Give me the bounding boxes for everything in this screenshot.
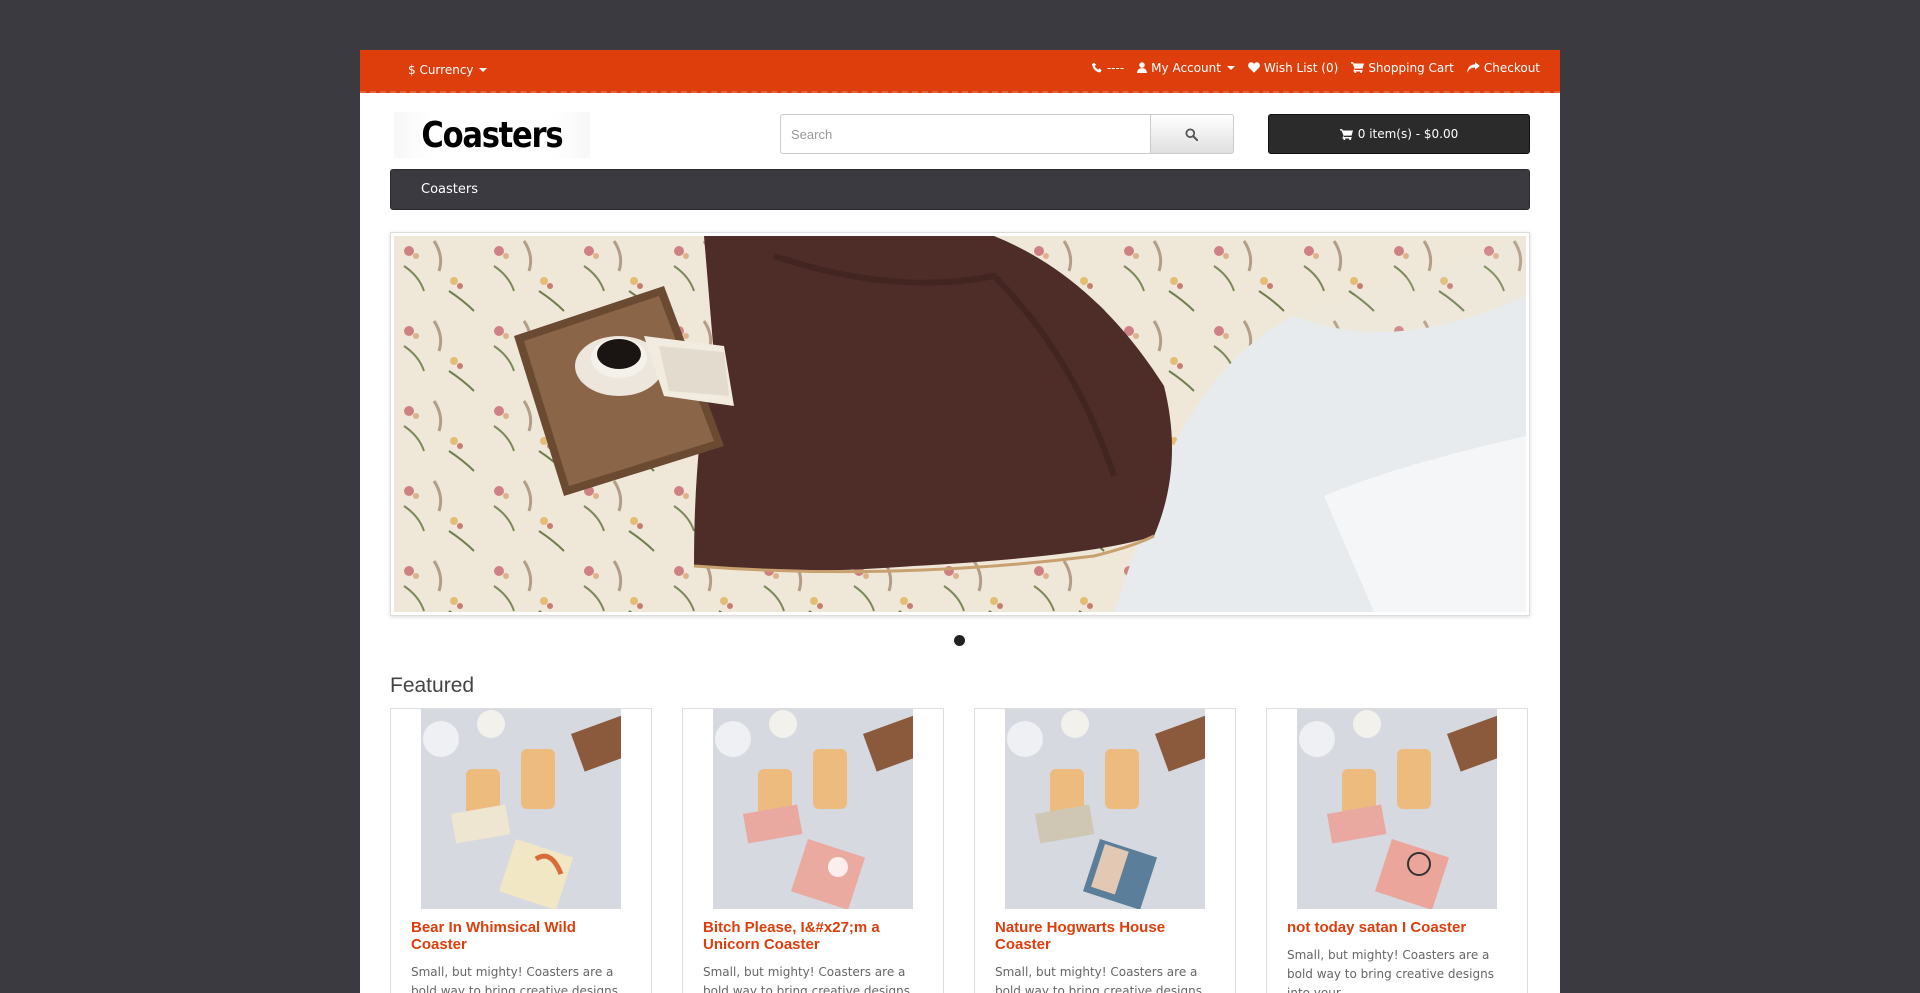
main-menu: Coasters (390, 169, 1530, 210)
slideshow (390, 232, 1530, 616)
product-description: Small, but mighty! Coasters are a bold w… (1287, 948, 1494, 993)
phone-link[interactable]: ---- (1091, 61, 1125, 75)
user-icon (1137, 61, 1148, 75)
product-title[interactable]: Nature Hogwarts House Coaster (975, 909, 1235, 953)
shopping-cart-link[interactable]: Shopping Cart (1351, 61, 1454, 75)
top-links: ---- My Account Wish List (0) Shopping C… (1091, 61, 1540, 75)
chevron-down-icon (1226, 66, 1235, 70)
heart-icon (1248, 61, 1260, 75)
cart-icon (1339, 128, 1353, 140)
featured-products: Bear In Whimsical Wild Coaster Small, bu… (390, 708, 1530, 993)
share-icon (1467, 61, 1480, 75)
currency-dropdown[interactable]: $ Currency (408, 63, 487, 77)
checkout-link[interactable]: Checkout (1467, 61, 1540, 75)
my-account-label: My Account (1151, 61, 1221, 75)
search-input[interactable] (780, 114, 1151, 154)
phone-icon (1091, 62, 1103, 75)
chevron-down-icon (478, 68, 487, 72)
product-description: Small, but mighty! Coasters are a bold w… (703, 965, 910, 993)
shopping-cart-label: Shopping Cart (1368, 61, 1454, 75)
currency-label: $ Currency (408, 63, 474, 77)
store-logo[interactable]: Coasters (394, 112, 590, 158)
product-image[interactable] (1005, 709, 1205, 909)
product-card: Bear In Whimsical Wild Coaster Small, bu… (390, 708, 652, 993)
logo-text: Coasters (421, 114, 564, 156)
page-container: $ Currency ---- My Account Wish List (0)… (360, 50, 1560, 993)
product-title[interactable]: Bitch Please, I&#x27;m a Unicorn Coaster (683, 909, 943, 953)
search-icon (1185, 127, 1199, 141)
wishlist-label: Wish List (0) (1263, 61, 1339, 75)
featured-heading: Featured (390, 674, 475, 697)
product-title[interactable]: not today satan I Coaster (1267, 909, 1527, 936)
wishlist-link[interactable]: Wish List (0) (1248, 61, 1338, 75)
product-description: Small, but mighty! Coasters are a bold w… (411, 965, 618, 993)
search-bar (780, 114, 1234, 154)
product-image[interactable] (421, 709, 621, 909)
product-card: not today satan I Coaster Small, but mig… (1266, 708, 1528, 993)
product-description: Small, but mighty! Coasters are a bold w… (995, 965, 1202, 993)
cart-icon (1351, 61, 1365, 75)
top-bar: $ Currency ---- My Account Wish List (0)… (360, 50, 1560, 93)
checkout-label: Checkout (1483, 61, 1540, 75)
search-button[interactable] (1150, 114, 1234, 154)
product-card: Bitch Please, I&#x27;m a Unicorn Coaster… (682, 708, 944, 993)
my-account-link[interactable]: My Account (1137, 61, 1235, 75)
menu-item-coasters[interactable]: Coasters (421, 182, 478, 197)
product-image[interactable] (713, 709, 913, 909)
phone-label: ---- (1106, 61, 1125, 75)
slide-image[interactable] (394, 236, 1526, 612)
slide-indicator-dot[interactable] (954, 635, 965, 646)
product-image[interactable] (1297, 709, 1497, 909)
product-card: Nature Hogwarts House Coaster Small, but… (974, 708, 1236, 993)
cart-summary-label: 0 item(s) - $0.00 (1357, 127, 1459, 141)
cart-summary-button[interactable]: 0 item(s) - $0.00 (1268, 114, 1530, 154)
product-title[interactable]: Bear In Whimsical Wild Coaster (391, 909, 651, 953)
